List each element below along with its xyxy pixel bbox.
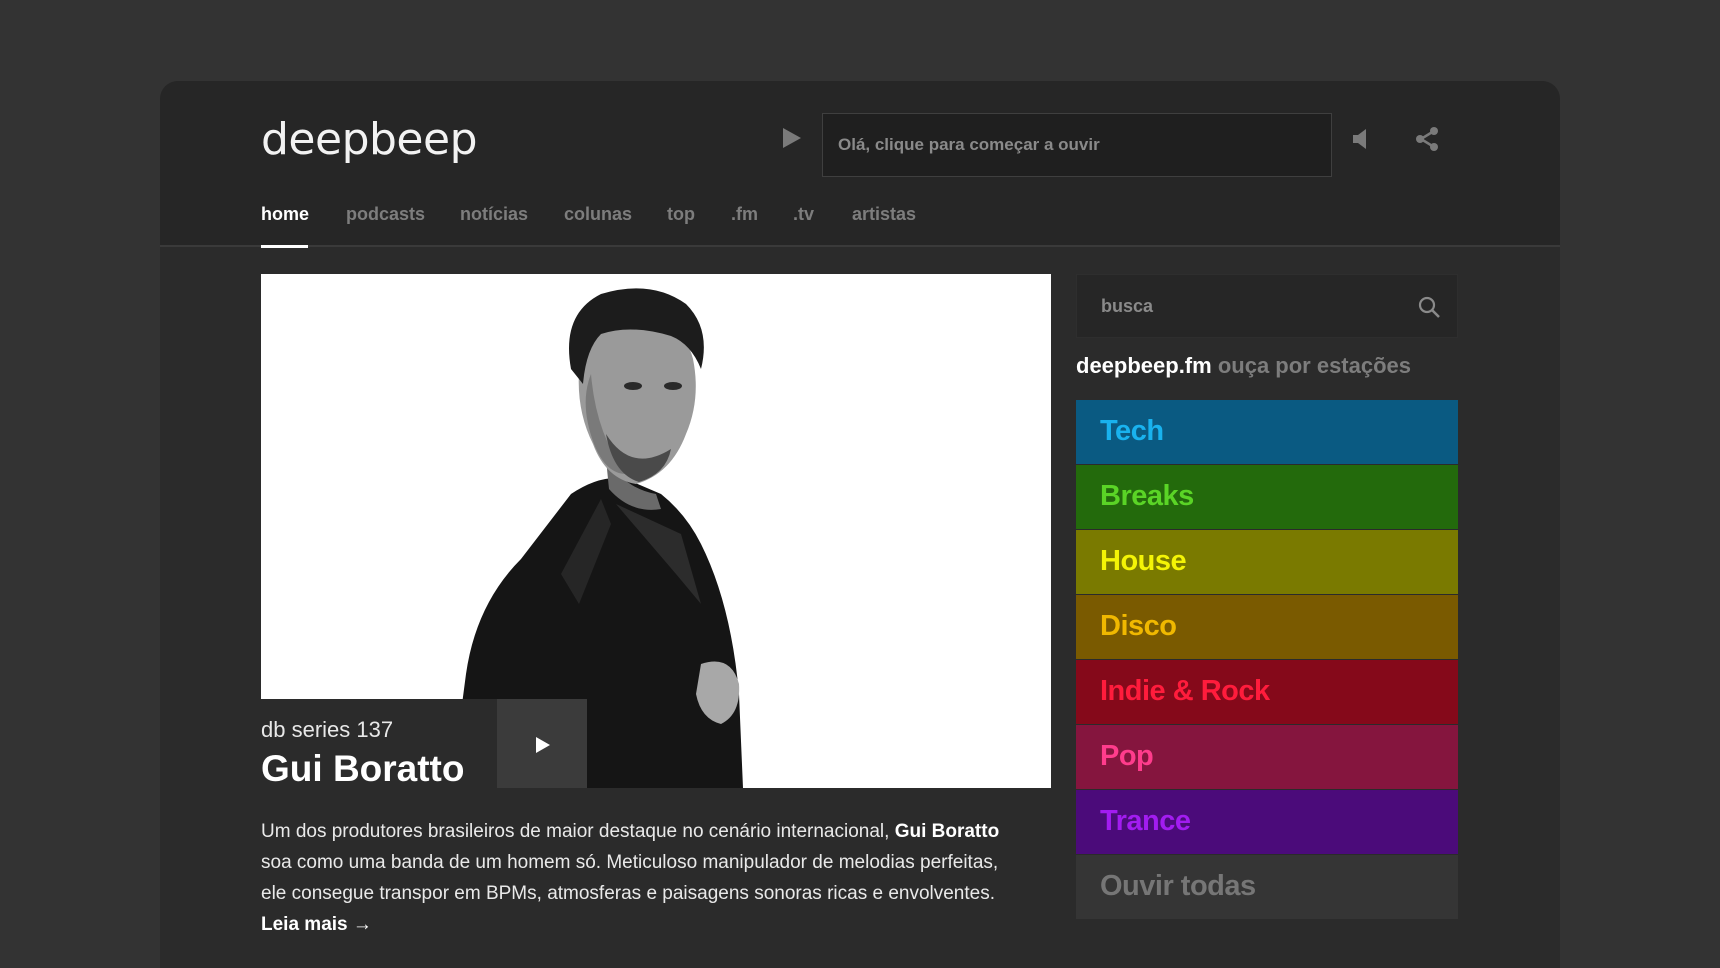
description-text-cont: soa como uma banda de um homem só. Metic… — [261, 852, 999, 904]
read-more-link[interactable]: Leia mais → — [261, 914, 372, 935]
nav-active-indicator — [261, 245, 308, 248]
play-icon — [536, 737, 550, 753]
description-artist-name: Gui Boratto — [894, 821, 1000, 842]
station-house[interactable]: House — [1076, 530, 1458, 594]
share-icon[interactable] — [1414, 126, 1440, 152]
stations-subtitle: ouça por estações — [1217, 353, 1412, 378]
station-disco[interactable]: Disco — [1076, 595, 1458, 659]
logo[interactable]: deepbeep — [261, 114, 478, 165]
station-tech[interactable]: Tech — [1076, 400, 1458, 464]
volume-icon[interactable] — [1350, 127, 1376, 151]
feature-description: Um dos produtores brasileiros de maior d… — [261, 816, 1001, 940]
nav-item-noticias[interactable]: notícias — [460, 204, 528, 225]
description-text: Um dos produtores brasileiros de maior d… — [261, 821, 895, 842]
feature-caption: db series 137 Gui Boratto — [261, 699, 497, 788]
play-feature-button[interactable] — [497, 699, 587, 788]
player-status[interactable]: Olá, clique para começar a ouvir — [822, 113, 1332, 177]
nav-item-tv[interactable]: .tv — [793, 204, 814, 225]
nav-item-colunas[interactable]: colunas — [564, 204, 632, 225]
station-pop[interactable]: Pop — [1076, 725, 1458, 789]
nav-item-artistas[interactable]: artistas — [852, 204, 916, 225]
featured-podcast[interactable]: db series 137 Gui Boratto — [261, 274, 1051, 788]
artist-name[interactable]: Gui Boratto — [261, 748, 464, 788]
play-icon[interactable] — [776, 123, 806, 153]
search-box[interactable] — [1076, 274, 1458, 338]
station-trance[interactable]: Trance — [1076, 790, 1458, 854]
station-breaks[interactable]: Breaks — [1076, 465, 1458, 529]
nav-item-home[interactable]: home — [261, 204, 309, 225]
search-icon[interactable] — [1417, 295, 1441, 319]
stations-brand[interactable]: deepbeep.fm — [1076, 353, 1212, 378]
series-label: db series 137 — [261, 717, 394, 742]
nav-item-podcasts[interactable]: podcasts — [346, 204, 425, 225]
app-window: deepbeep Olá, clique para começar a ouvi… — [160, 81, 1560, 968]
station-list: Tech Breaks House Disco Indie & Rock Pop… — [1076, 400, 1458, 920]
station-indie-rock[interactable]: Indie & Rock — [1076, 660, 1458, 724]
header: deepbeep Olá, clique para começar a ouvi… — [160, 81, 1560, 248]
station-all[interactable]: Ouvir todas — [1076, 855, 1458, 919]
stations-heading: deepbeep.fm ouça por estações — [1076, 353, 1411, 379]
nav-item-top[interactable]: top — [667, 204, 695, 225]
search-input[interactable] — [1077, 275, 1407, 337]
nav-item-fm[interactable]: .fm — [731, 204, 758, 225]
